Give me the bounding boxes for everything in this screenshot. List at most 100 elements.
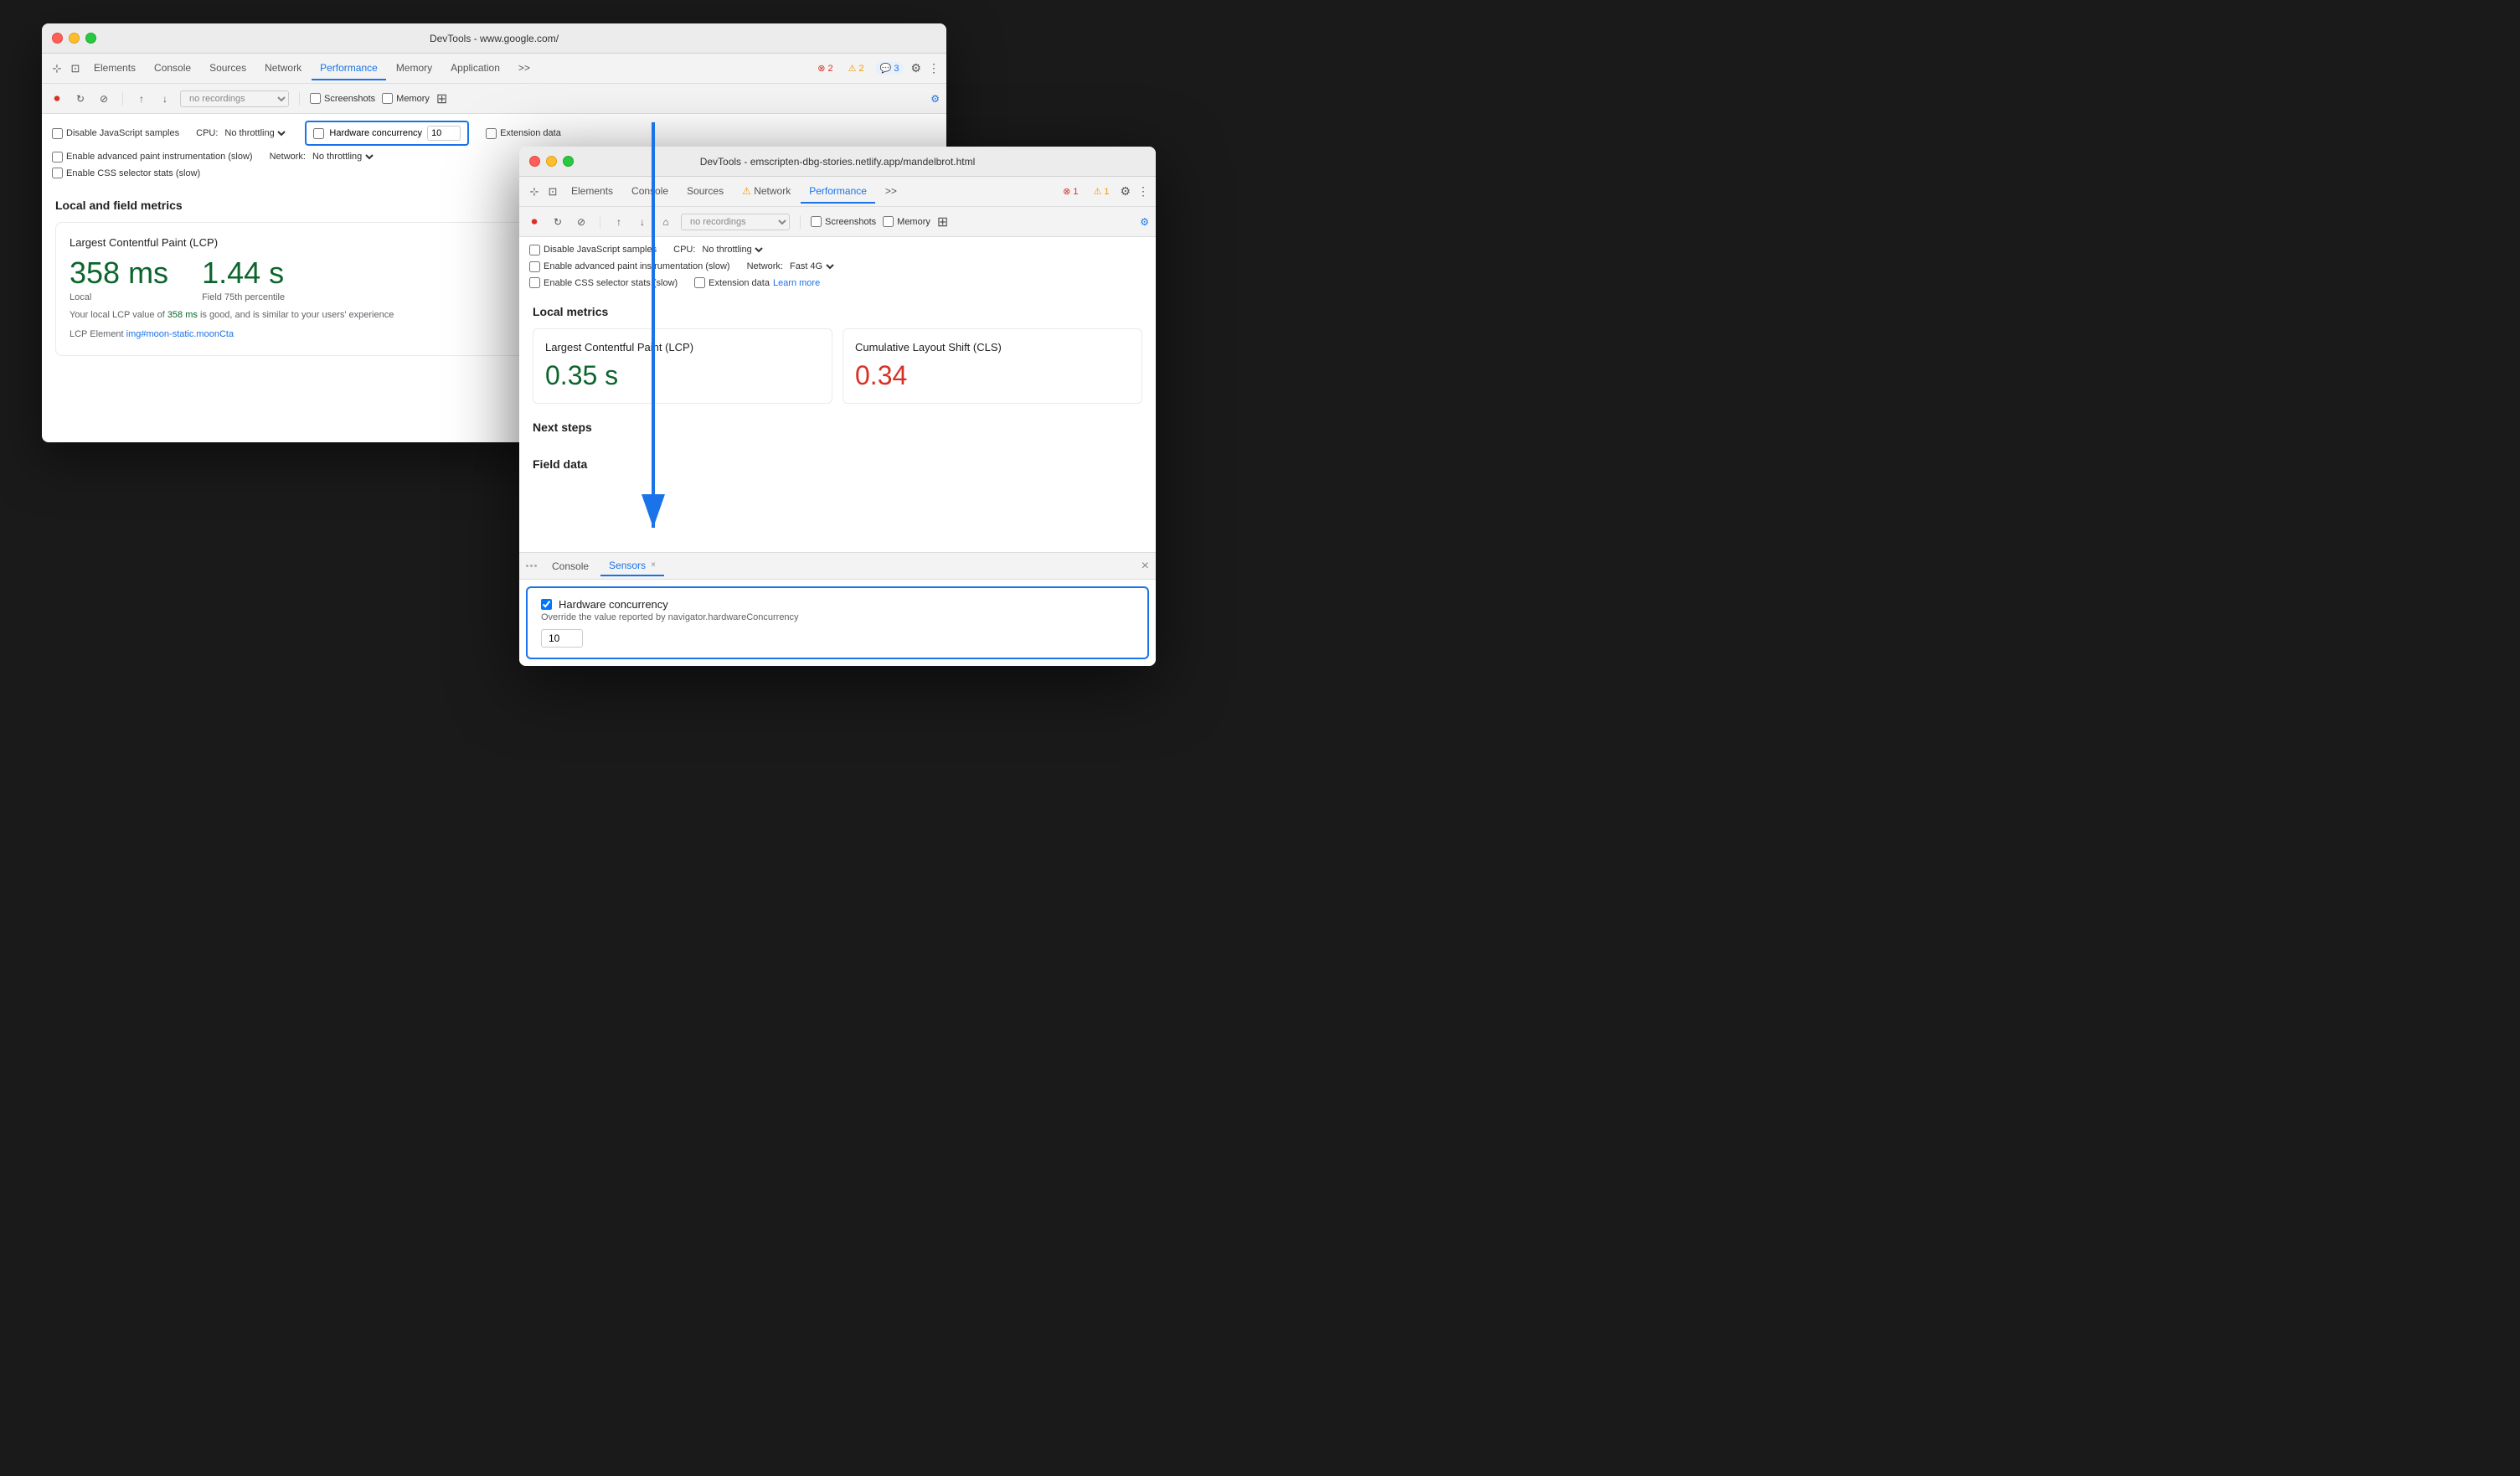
front-record-button[interactable]: ⏺ [526,214,543,230]
front-screenshots-label[interactable]: Screenshots [811,216,876,227]
lcp-element-link[interactable]: img#moon-static.moonCta [126,329,234,339]
front-reload-button[interactable]: ↻ [549,214,566,230]
front-tab-elements[interactable]: Elements [563,180,621,204]
next-steps-section: Next steps [519,414,1156,451]
extension-data-checkbox[interactable] [486,128,497,139]
hw-panel-input[interactable] [541,629,583,648]
front-blue-gear[interactable]: ⚙ [1140,216,1149,228]
front-download-button[interactable]: ↓ [634,214,651,230]
front-upload-button[interactable]: ↑ [611,214,627,230]
clear-button[interactable]: ⊘ [95,90,112,107]
front-options-row-3: Enable CSS selector stats (slow) Extensi… [529,277,1146,288]
reload-button[interactable]: ↻ [72,90,89,107]
front-network-throttle-row: Network: Fast 4G [747,261,837,272]
memory-checkbox-label[interactable]: Memory [382,93,430,104]
front-devtools-window: DevTools - emscripten-dbg-stories.netlif… [519,147,1156,666]
front-subtoolbar: ⏺ ↻ ⊘ ↑ ↓ ⌂ no recordings Screenshots Me… [519,207,1156,237]
front-settings-icon[interactable]: ⚙ [1120,184,1131,199]
tab-more[interactable]: >> [510,57,539,80]
front-tab-network[interactable]: ⚠ Network [734,180,799,204]
front-tab-more[interactable]: >> [877,180,905,204]
front-recording-select[interactable]: no recordings [681,214,790,230]
drawer-close-button[interactable]: × [1141,559,1149,574]
warning-badge: ⚠ 2 [844,62,868,75]
disable-js-label[interactable]: Disable JavaScript samples [52,128,179,139]
drawer: Console Sensors × × Hardware concurrency… [519,552,1156,666]
front-extension-data-label[interactable]: Extension data Learn more [694,277,820,288]
front-cpu-throttle-icon: ⊞ [937,214,948,230]
front-cpu-throttle-select[interactable]: No throttling [698,244,765,255]
front-cursor-icon[interactable]: ⊹ [526,183,543,200]
front-close-button[interactable] [529,156,540,167]
front-tab-sources[interactable]: Sources [678,180,732,204]
lcp-field-value: 1.44 s [202,255,285,291]
dot-3 [534,565,537,567]
front-maximize-button[interactable] [563,156,574,167]
tab-elements[interactable]: Elements [85,57,144,80]
front-enable-css-label[interactable]: Enable CSS selector stats (slow) [529,277,678,288]
tab-memory[interactable]: Memory [388,57,441,80]
front-enable-paint-checkbox[interactable] [529,261,540,272]
enable-paint-checkbox[interactable] [52,152,63,163]
drawer-tab-sensors[interactable]: Sensors × [600,556,664,576]
front-home-button[interactable]: ⌂ [657,214,674,230]
screenshots-checkbox-label[interactable]: Screenshots [310,93,375,104]
front-enable-paint-label[interactable]: Enable advanced paint instrumentation (s… [529,261,730,272]
tab-network[interactable]: Network [256,57,310,80]
record-button[interactable]: ⏺ [49,90,65,107]
front-tab-console[interactable]: Console [623,180,677,204]
disable-js-checkbox[interactable] [52,128,63,139]
lcp-local-value: 358 ms [70,255,168,291]
front-disable-js-label[interactable]: Disable JavaScript samples [529,245,657,255]
more-options-icon[interactable]: ⋮ [928,61,940,75]
front-enable-css-checkbox[interactable] [529,277,540,288]
cursor-icon[interactable]: ⊹ [49,60,65,77]
info-badge: 💬 3 [875,62,904,75]
front-window-title: DevTools - emscripten-dbg-stories.netlif… [700,156,976,168]
blue-gear[interactable]: ⚙ [930,93,940,105]
front-clear-button[interactable]: ⊘ [573,214,590,230]
memory-checkbox[interactable] [382,93,393,104]
front-memory-checkbox[interactable] [883,216,894,227]
tab-performance[interactable]: Performance [312,57,386,80]
cpu-throttle-icon: ⊞ [436,90,447,107]
drawer-tab-console[interactable]: Console [544,557,597,575]
tab-console[interactable]: Console [146,57,199,80]
front-screenshots-checkbox[interactable] [811,216,822,227]
recording-select[interactable]: no recordings [180,90,289,107]
learn-more-link[interactable]: Learn more [773,278,820,288]
network-throttle-select[interactable]: No throttling [309,151,376,163]
front-more-options-icon[interactable]: ⋮ [1137,184,1149,199]
front-minimize-button[interactable] [546,156,557,167]
drawer-tab-close[interactable]: × [651,560,656,570]
maximize-button[interactable] [85,33,96,44]
network-throttle-row: Network: No throttling [270,151,376,163]
front-memory-label[interactable]: Memory [883,216,930,227]
network-warning-icon: ⚠ [742,185,751,197]
hw-concurrency-input[interactable] [427,126,461,141]
hw-panel-checkbox[interactable] [541,599,552,610]
extension-data-label[interactable]: Extension data [486,128,561,139]
front-network-throttle-select[interactable]: Fast 4G [786,261,837,272]
front-layout-icon[interactable]: ⊡ [544,183,561,200]
tab-sources[interactable]: Sources [201,57,255,80]
hw-concurrency-checkbox[interactable] [313,128,324,139]
enable-css-checkbox[interactable] [52,168,63,178]
front-extension-data-checkbox[interactable] [694,277,705,288]
front-tab-performance[interactable]: Performance [801,180,875,204]
front-disable-js-checkbox[interactable] [529,245,540,255]
cpu-throttle-select[interactable]: No throttling [221,127,288,139]
front-warning-badge: ⚠ 1 [1089,185,1113,198]
front-cpu-throttle-row: CPU: No throttling [673,244,765,255]
minimize-button[interactable] [69,33,80,44]
enable-css-label[interactable]: Enable CSS selector stats (slow) [52,168,200,178]
settings-icon[interactable]: ⚙ [910,61,921,75]
download-button[interactable]: ↓ [157,90,173,107]
layout-icon[interactable]: ⊡ [67,60,84,77]
screenshots-checkbox[interactable] [310,93,321,104]
close-button[interactable] [52,33,63,44]
tab-application[interactable]: Application [442,57,508,80]
upload-button[interactable]: ↑ [133,90,150,107]
dot-2 [530,565,533,567]
enable-paint-label[interactable]: Enable advanced paint instrumentation (s… [52,152,253,163]
